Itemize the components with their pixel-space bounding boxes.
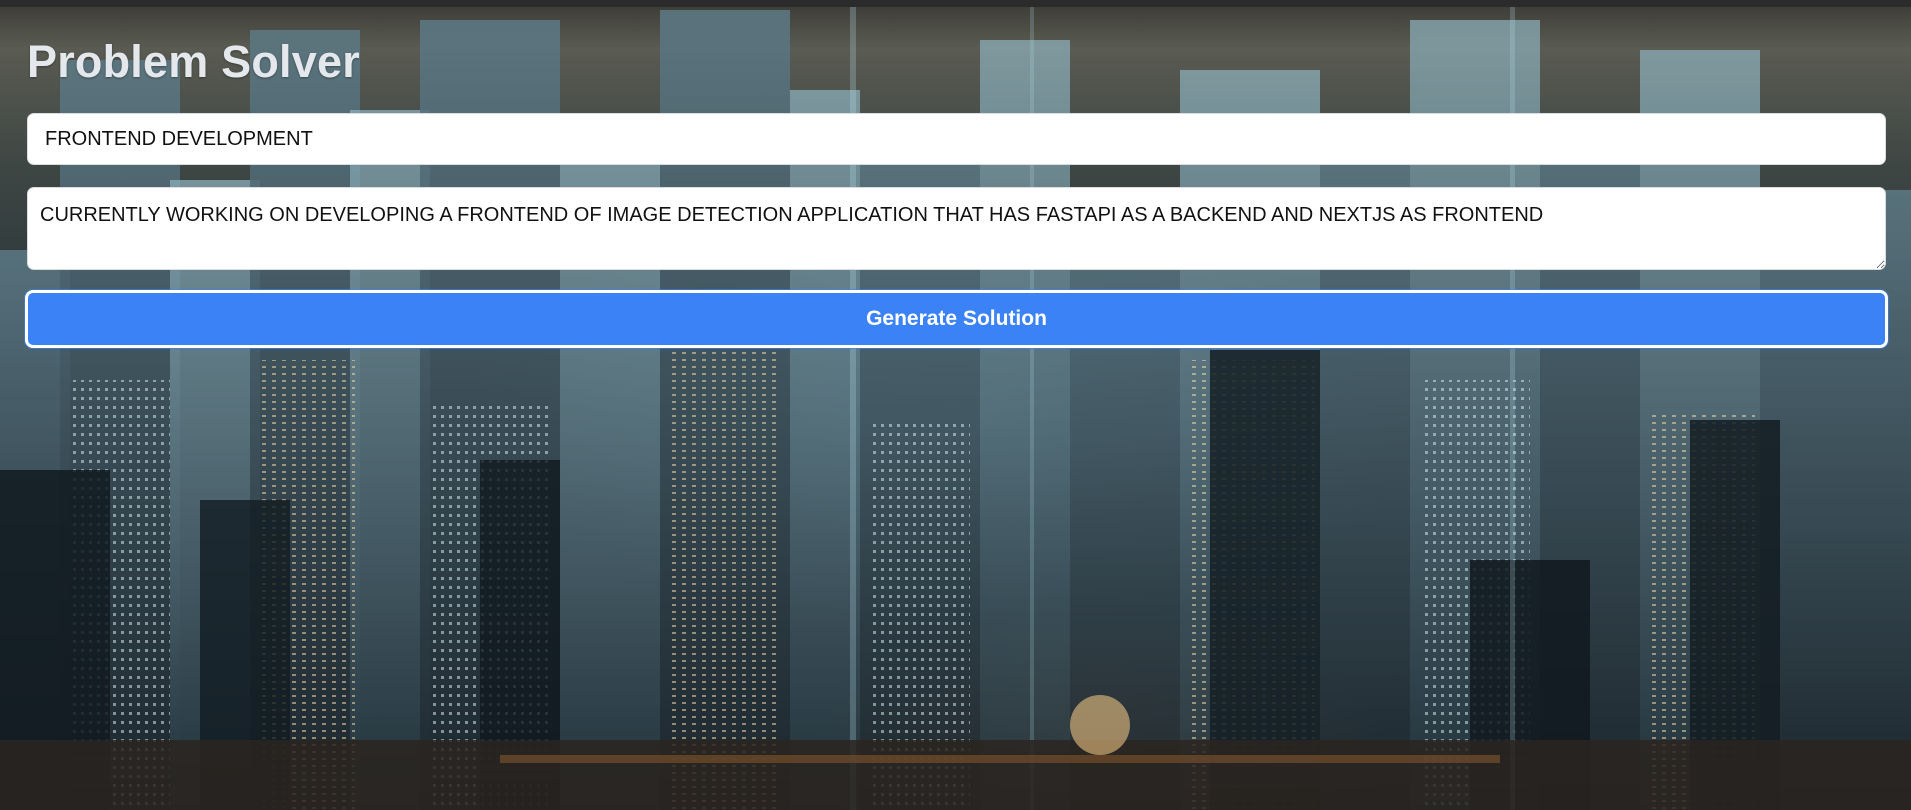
page-title: Problem Solver (27, 36, 360, 87)
problem-description-textarea[interactable]: CURRENTLY WORKING ON DEVELOPING A FRONTE… (27, 187, 1886, 270)
top-window-strip (0, 0, 1911, 7)
generate-solution-button[interactable]: Generate Solution (25, 290, 1888, 348)
topic-input[interactable] (27, 113, 1886, 165)
